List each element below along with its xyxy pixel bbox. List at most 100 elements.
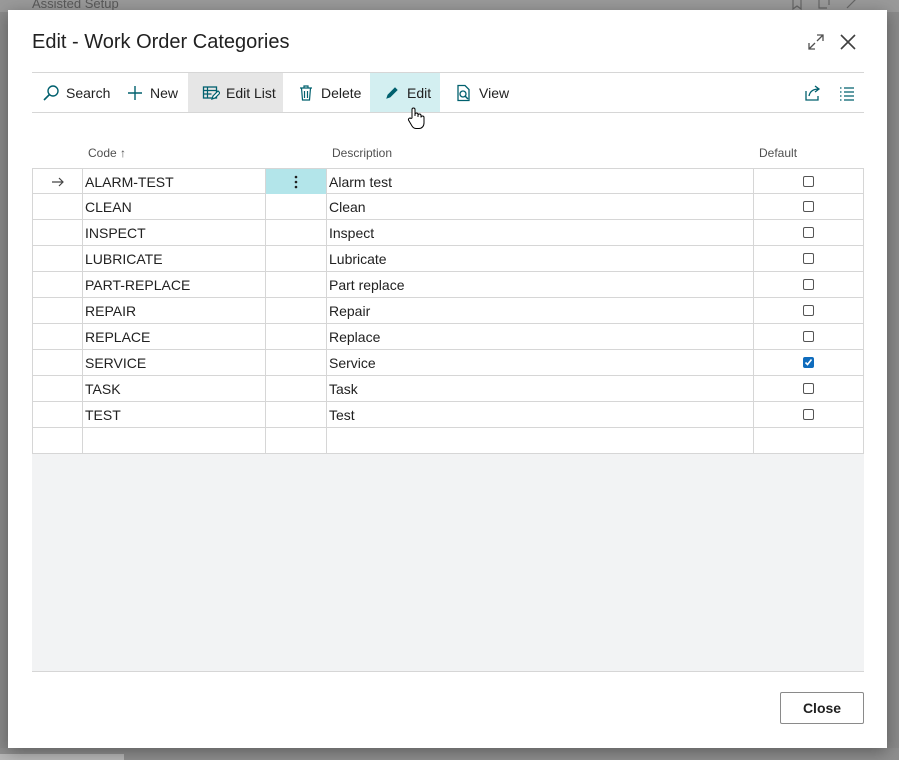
delete-button[interactable]: Delete bbox=[297, 73, 361, 112]
code-cell[interactable]: REPLACE bbox=[83, 324, 266, 349]
more-options-icon bbox=[294, 175, 298, 188]
view-label: View bbox=[479, 84, 510, 101]
default-checkbox[interactable] bbox=[803, 305, 814, 316]
default-checkbox[interactable] bbox=[803, 253, 814, 264]
description-cell[interactable]: Inspect bbox=[327, 220, 754, 245]
edit-list-icon bbox=[202, 84, 220, 102]
row-indicator[interactable] bbox=[33, 428, 83, 453]
new-button[interactable]: New bbox=[126, 73, 178, 112]
share-icon bbox=[805, 84, 821, 101]
row-indicator[interactable] bbox=[33, 350, 83, 375]
description-cell[interactable]: Part replace bbox=[327, 272, 754, 297]
row-menu-cell[interactable] bbox=[266, 272, 327, 297]
list-view-button[interactable] bbox=[838, 73, 856, 112]
row-indicator[interactable] bbox=[33, 194, 83, 219]
row-menu-cell[interactable] bbox=[266, 376, 327, 401]
close-dialog-button[interactable] bbox=[836, 30, 860, 54]
default-checkbox[interactable] bbox=[803, 383, 814, 394]
row-menu-cell[interactable] bbox=[266, 169, 327, 194]
description-cell[interactable]: Test bbox=[327, 402, 754, 427]
row-menu-cell[interactable] bbox=[266, 324, 327, 349]
row-menu-cell[interactable] bbox=[266, 402, 327, 427]
code-cell[interactable]: REPAIR bbox=[83, 298, 266, 323]
close-button[interactable]: Close bbox=[780, 692, 864, 724]
code-cell[interactable]: TEST bbox=[83, 402, 266, 427]
table-row[interactable]: ALARM-TEST Alarm test bbox=[32, 168, 864, 194]
code-cell[interactable]: PART-REPLACE bbox=[83, 272, 266, 297]
default-checkbox[interactable] bbox=[803, 227, 814, 238]
plus-icon bbox=[126, 84, 144, 102]
row-indicator[interactable] bbox=[33, 246, 83, 271]
row-indicator[interactable] bbox=[33, 298, 83, 323]
edit-list-label: Edit List bbox=[226, 84, 276, 101]
default-checkbox[interactable] bbox=[803, 201, 814, 212]
description-cell[interactable]: Service bbox=[327, 350, 754, 375]
description-cell[interactable]: Alarm test bbox=[327, 169, 754, 194]
code-cell[interactable]: ALARM-TEST bbox=[83, 169, 266, 194]
row-menu-cell[interactable] bbox=[266, 298, 327, 323]
list-icon bbox=[840, 86, 854, 101]
code-cell[interactable]: TASK bbox=[83, 376, 266, 401]
code-cell[interactable]: INSPECT bbox=[83, 220, 266, 245]
share-button[interactable] bbox=[804, 73, 822, 112]
default-cell bbox=[754, 220, 863, 245]
delete-label: Delete bbox=[321, 84, 362, 101]
code-cell[interactable] bbox=[83, 428, 266, 453]
default-checkbox[interactable] bbox=[803, 176, 814, 187]
expand-icon bbox=[808, 34, 824, 50]
row-menu-cell[interactable] bbox=[266, 220, 327, 245]
description-cell[interactable] bbox=[327, 428, 754, 453]
default-checkbox[interactable] bbox=[803, 357, 814, 368]
code-cell[interactable]: SERVICE bbox=[83, 350, 266, 375]
row-indicator[interactable] bbox=[33, 169, 83, 194]
code-cell[interactable]: LUBRICATE bbox=[83, 246, 266, 271]
column-header-default[interactable]: Default bbox=[759, 146, 797, 160]
popout-icon bbox=[818, 0, 830, 9]
default-checkbox[interactable] bbox=[803, 279, 814, 290]
arrow-right-icon bbox=[51, 177, 64, 186]
description-cell[interactable]: Repair bbox=[327, 298, 754, 323]
row-indicator[interactable] bbox=[33, 376, 83, 401]
hand-cursor-icon bbox=[407, 107, 425, 129]
row-menu-cell[interactable] bbox=[266, 428, 327, 453]
expand-button[interactable] bbox=[804, 30, 828, 54]
table-row[interactable]: REPLACE Replace bbox=[32, 324, 864, 350]
column-header-description[interactable]: Description bbox=[332, 146, 392, 160]
table-row[interactable]: TEST Test bbox=[32, 402, 864, 428]
table-row[interactable]: INSPECT Inspect bbox=[32, 220, 864, 246]
row-menu-cell[interactable] bbox=[266, 246, 327, 271]
default-cell bbox=[754, 272, 863, 297]
edit-button[interactable]: Edit bbox=[370, 73, 440, 112]
trash-icon bbox=[297, 84, 315, 102]
pencil-icon bbox=[383, 84, 401, 102]
code-cell[interactable]: CLEAN bbox=[83, 194, 266, 219]
table-row[interactable]: LUBRICATE Lubricate bbox=[32, 246, 864, 272]
description-cell[interactable]: Replace bbox=[327, 324, 754, 349]
default-checkbox[interactable] bbox=[803, 409, 814, 420]
default-cell bbox=[754, 324, 863, 349]
edit-list-button[interactable]: Edit List bbox=[188, 73, 283, 112]
default-cell bbox=[754, 376, 863, 401]
description-cell[interactable]: Clean bbox=[327, 194, 754, 219]
table-row[interactable]: PART-REPLACE Part replace bbox=[32, 272, 864, 298]
row-menu-cell[interactable] bbox=[266, 194, 327, 219]
description-cell[interactable]: Lubricate bbox=[327, 246, 754, 271]
column-header-code[interactable]: Code ↑ bbox=[88, 146, 126, 160]
table-row[interactable]: REPAIR Repair bbox=[32, 298, 864, 324]
table-row[interactable]: TASK Task bbox=[32, 376, 864, 402]
row-indicator[interactable] bbox=[33, 324, 83, 349]
new-row[interactable] bbox=[32, 428, 864, 454]
description-cell[interactable]: Task bbox=[327, 376, 754, 401]
row-indicator[interactable] bbox=[33, 402, 83, 427]
row-indicator[interactable] bbox=[33, 272, 83, 297]
default-checkbox[interactable] bbox=[803, 331, 814, 342]
row-menu-cell[interactable] bbox=[266, 350, 327, 375]
categories-grid: ALARM-TEST Alarm test CLEAN Clean INSPECT Ins… bbox=[32, 168, 864, 672]
table-row[interactable]: CLEAN Clean bbox=[32, 194, 864, 220]
close-icon bbox=[840, 34, 856, 50]
search-button[interactable]: Search bbox=[42, 73, 110, 112]
search-icon bbox=[42, 84, 60, 102]
table-row[interactable]: SERVICE Service bbox=[32, 350, 864, 376]
view-button[interactable]: View bbox=[455, 73, 509, 112]
row-indicator[interactable] bbox=[33, 220, 83, 245]
